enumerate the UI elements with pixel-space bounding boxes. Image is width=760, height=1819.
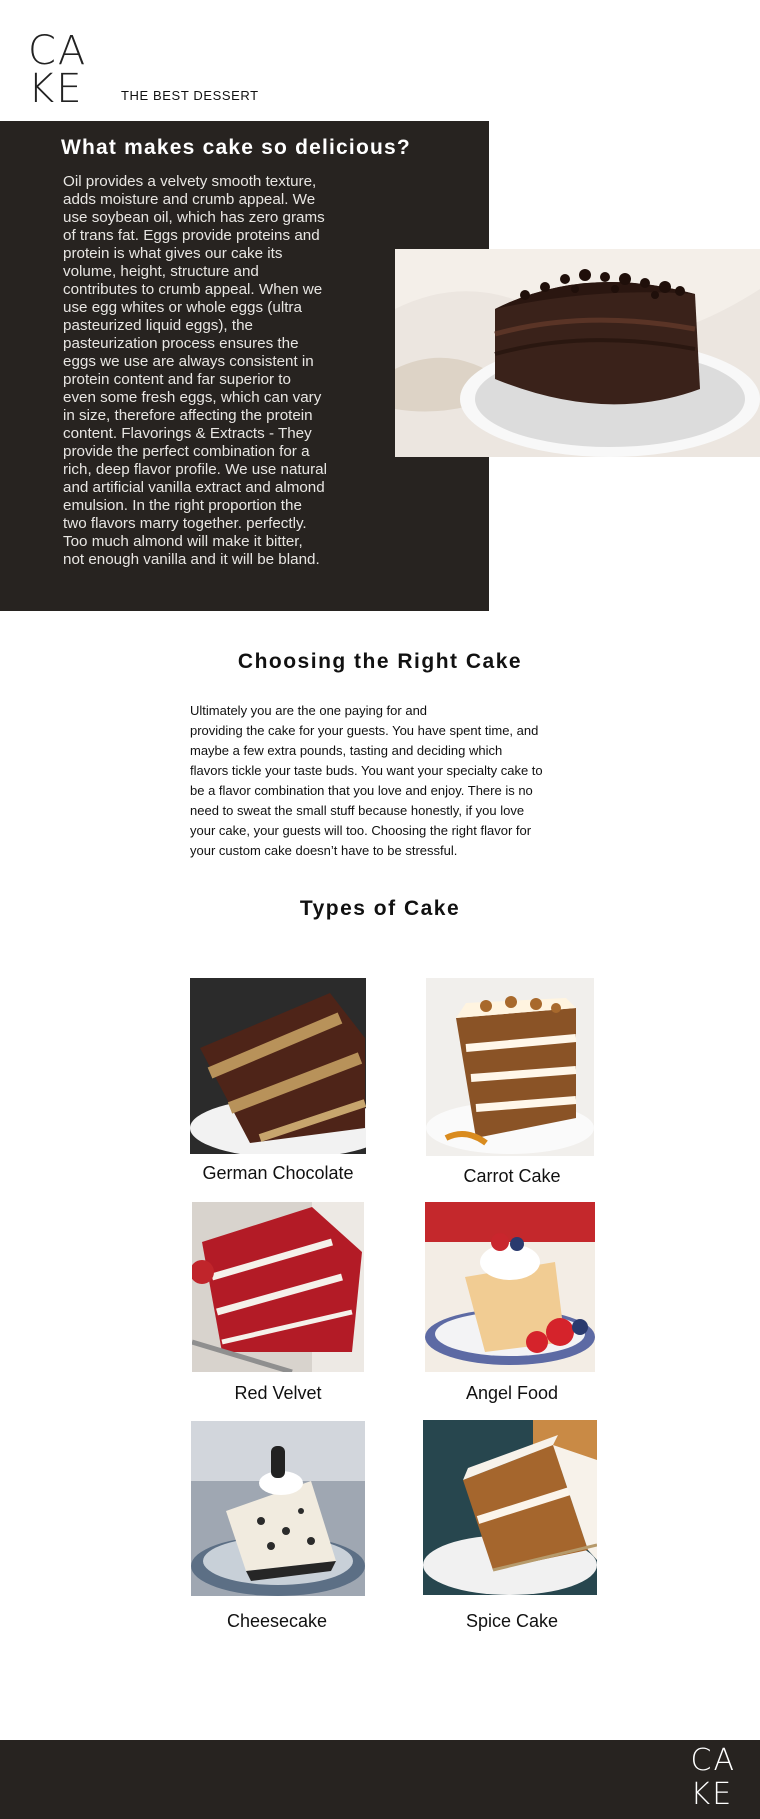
german-chocolate-image[interactable] <box>190 978 366 1154</box>
hero-title: What makes cake so delicious? <box>61 136 411 159</box>
site-logo[interactable]: CA KE <box>28 28 88 112</box>
hero-paragraph: Oil provides a velvety smooth texture, a… <box>63 173 327 568</box>
footer-logo-line-top: CA <box>690 1743 736 1778</box>
choosing-paragraph: Ultimately you are the one paying for an… <box>190 703 543 858</box>
cake-label-red-velvet: Red Velvet <box>234 1383 322 1403</box>
choosing-title: Choosing the Right Cake <box>237 650 523 673</box>
footer-bar <box>0 1740 760 1819</box>
chocolate-cake-image <box>395 249 760 457</box>
types-title: Types of Cake <box>299 897 461 920</box>
footer-logo[interactable]: CA KE <box>691 1744 736 1812</box>
cake-label-angel-food: Angel Food <box>465 1383 559 1403</box>
cake-label-german-chocolate: German Chocolate <box>202 1163 354 1183</box>
logo-line-bottom: KE <box>28 66 84 112</box>
cheesecake-image[interactable] <box>191 1421 365 1596</box>
cake-label-cheesecake: Cheesecake <box>226 1611 328 1631</box>
cake-label-spice-cake: Spice Cake <box>465 1611 559 1631</box>
site-tagline: THE BEST DESSERT <box>121 88 259 103</box>
logo-line-top: CA <box>28 28 88 74</box>
cake-label-carrot-cake: Carrot Cake <box>463 1166 561 1186</box>
carrot-cake-image[interactable] <box>426 978 594 1156</box>
spice-cake-image[interactable] <box>423 1420 597 1595</box>
footer-logo-line-bottom: KE <box>690 1777 734 1812</box>
angel-food-image[interactable] <box>425 1202 595 1372</box>
red-velvet-image[interactable] <box>192 1202 364 1372</box>
